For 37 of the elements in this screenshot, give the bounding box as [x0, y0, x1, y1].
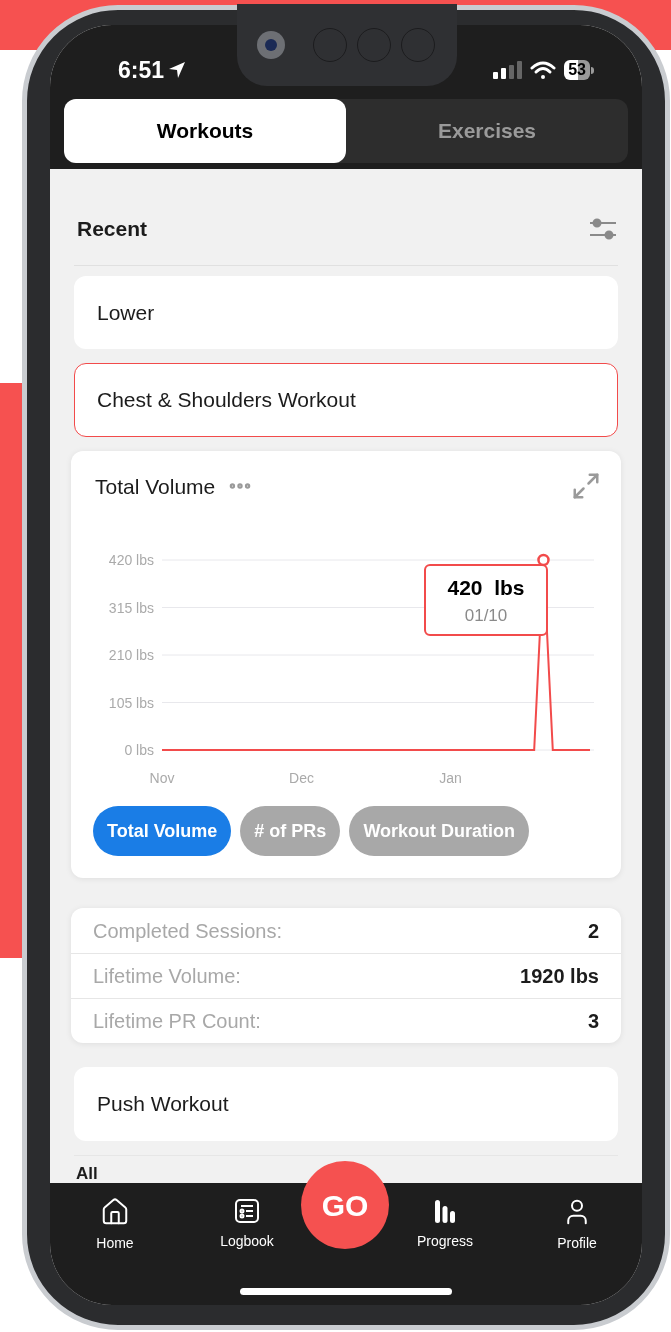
- nav-tab[interactable]: Logbook: [202, 1197, 292, 1254]
- expand-icon[interactable]: [571, 471, 601, 502]
- y-axis-label: 210 lbs: [108, 647, 154, 663]
- section-title: Recent: [77, 216, 148, 242]
- workout-item[interactable]: Push Workout: [74, 1067, 618, 1141]
- location-arrow-icon: [168, 61, 187, 79]
- segment-tab[interactable]: Exercises: [346, 99, 628, 163]
- y-axis-label: 0 lbs: [124, 742, 154, 758]
- tooltip-value: 420 lbs: [447, 574, 525, 601]
- stat-label: Lifetime PR Count:: [93, 1009, 261, 1034]
- segment-tab[interactable]: Workouts: [64, 99, 346, 163]
- section-title: All: [76, 1163, 98, 1183]
- stat-value: 1920 lbs: [520, 964, 599, 989]
- stat-label: Lifetime Volume:: [93, 964, 241, 989]
- wifi-icon: [530, 60, 557, 80]
- nav-tab[interactable]: Profile: [532, 1197, 622, 1254]
- stat-value: 3: [587, 1009, 599, 1034]
- chart-title: Total Volume: [95, 473, 216, 500]
- status-time: 6:51: [118, 55, 165, 85]
- metric-chip[interactable]: Total Volume: [93, 806, 232, 856]
- y-axis-label: 105 lbs: [108, 694, 154, 711]
- x-axis-label: Nov: [149, 770, 175, 786]
- y-axis-label: 315 lbs: [108, 599, 154, 616]
- nav-tab[interactable]: Home: [70, 1197, 160, 1254]
- workout-item[interactable]: Chest & Shoulders Workout: [74, 363, 618, 437]
- stat-value: 2: [587, 918, 599, 944]
- tooltip-date: 01/10: [464, 605, 508, 627]
- nav-tab[interactable]: Progress: [400, 1197, 490, 1254]
- battery-indicator: 53: [564, 60, 594, 80]
- y-axis-label: 420 lbs: [108, 552, 154, 568]
- x-axis-label: Dec: [289, 770, 314, 786]
- list-icon: [233, 1197, 261, 1225]
- home-icon: [100, 1197, 130, 1227]
- x-axis-label: Jan: [439, 770, 462, 786]
- stat-label: Completed Sessions:: [93, 918, 282, 944]
- signal-icon: [492, 61, 523, 79]
- workout-item[interactable]: Lower: [74, 275, 618, 349]
